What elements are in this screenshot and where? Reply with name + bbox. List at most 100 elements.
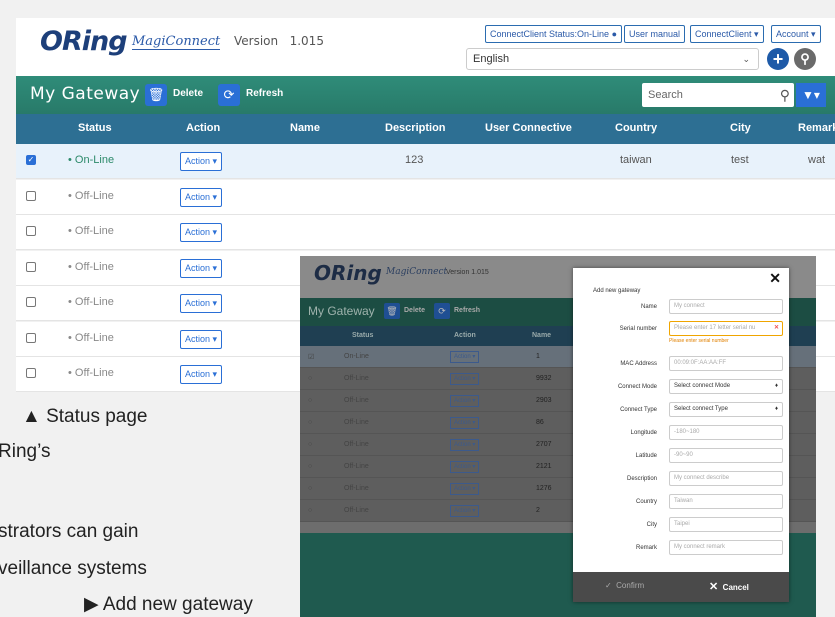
- account-menu[interactable]: Account ▾: [771, 25, 821, 43]
- dialog-footer: ✓ Confirm ✕ Cancel: [573, 572, 789, 602]
- page-title: My Gateway: [30, 84, 141, 104]
- row-status: • Off-Line: [68, 190, 114, 202]
- row-checkbox[interactable]: [26, 368, 36, 378]
- caption-text-line-3: veillance systems: [0, 558, 147, 579]
- add-gateway-screenshot: ORing MagiConnect Version 1.015 My Gatew…: [300, 256, 816, 617]
- cancel-button[interactable]: ✕ Cancel: [709, 580, 749, 593]
- language-select[interactable]: English ⌄: [466, 48, 759, 70]
- chevron-down-icon: ♦: [774, 406, 778, 412]
- chevron-down-icon: ⌄: [742, 54, 750, 64]
- table-row[interactable]: • Off-Line Action ▾: [16, 180, 835, 215]
- row-action-button[interactable]: Action ▾: [180, 223, 223, 242]
- column-header-user-connective: User Connective: [485, 122, 572, 134]
- serial-number-field[interactable]: Please enter 17 letter serial nu ✕: [669, 321, 783, 336]
- description-field[interactable]: My connect describe: [669, 471, 783, 486]
- inset-refresh-icon: ⟳: [434, 303, 450, 319]
- row-action-button[interactable]: Action ▾: [180, 330, 223, 349]
- inset-trash-icon: 🗑: [384, 303, 400, 319]
- trash-icon[interactable]: 🗑: [145, 84, 167, 106]
- connectclient-menu[interactable]: ConnectClient ▾: [690, 25, 764, 43]
- filter-icon[interactable]: ▼▾: [796, 83, 826, 107]
- remark-label: Remark: [635, 545, 657, 551]
- location-icon[interactable]: ⚲: [794, 48, 816, 70]
- country-field[interactable]: Taiwan: [669, 494, 783, 509]
- inset-page-title: My Gateway: [308, 304, 375, 318]
- column-header-action: Action: [186, 122, 221, 134]
- row-status: • Off-Line: [68, 296, 114, 308]
- row-status: • Off-Line: [68, 367, 114, 379]
- column-header-name: Name: [290, 122, 320, 134]
- confirm-button[interactable]: ✓ Confirm: [605, 581, 644, 590]
- row-action-button[interactable]: Action ▾: [180, 152, 223, 171]
- row-remark: wat: [808, 154, 826, 166]
- row-status: • Off-Line: [68, 225, 114, 237]
- row-status: • Off-Line: [68, 332, 114, 344]
- caption-text-line-1: Ring’s: [0, 441, 51, 462]
- table-row[interactable]: ✓ • On-Line Action ▾ 123 taiwan test wat: [16, 144, 835, 179]
- close-icon[interactable]: ✕: [769, 270, 781, 287]
- inset-magiconnect-logo: MagiConnect: [386, 267, 448, 277]
- row-action-button[interactable]: Action ▾: [180, 365, 223, 384]
- refresh-button[interactable]: Refresh: [246, 88, 283, 99]
- city-label: City: [646, 522, 657, 528]
- mac-address-field[interactable]: 00:09:0F:AA:AA:FF: [669, 356, 783, 371]
- add-gateway-dialog: ✕ Add new gateway Name My connect Serial…: [573, 268, 789, 602]
- search-icon[interactable]: ⚲: [780, 83, 790, 107]
- top-bar: ORing MagiConnect Version 1.015 ConnectC…: [16, 18, 835, 76]
- delete-button[interactable]: Delete: [173, 88, 203, 99]
- add-gateway-icon[interactable]: +: [767, 48, 789, 70]
- connect-mode-select[interactable]: Select connect Mode ♦: [669, 379, 783, 394]
- row-checkbox[interactable]: [26, 333, 36, 343]
- row-checkbox[interactable]: [26, 297, 36, 307]
- inset-column-name: Name: [532, 332, 552, 339]
- caption-add-gateway: ▶ Add new gateway: [84, 594, 253, 615]
- version-info: Version 1.015: [234, 34, 324, 48]
- search-placeholder: Search: [648, 89, 683, 101]
- magiconnect-logo: MagiConnect: [132, 34, 221, 50]
- serial-number-label: Serial number: [619, 326, 657, 332]
- column-header-city: City: [730, 122, 751, 134]
- user-manual-button[interactable]: User manual: [624, 25, 686, 43]
- serial-number-warning: Please enter serial number: [669, 338, 729, 344]
- column-header-remark: Remark: [798, 122, 835, 134]
- inset-oring-logo: ORing: [314, 261, 382, 285]
- search-input[interactable]: Search ⚲: [642, 83, 794, 107]
- city-field[interactable]: Taipei: [669, 517, 783, 532]
- table-header: Status Action Name Description User Conn…: [16, 114, 835, 144]
- description-label: Description: [626, 476, 657, 482]
- inset-column-action: Action: [454, 332, 476, 339]
- connect-type-select[interactable]: Select connect Type ♦: [669, 402, 783, 417]
- refresh-icon[interactable]: ⟳: [218, 84, 240, 106]
- column-header-status: Status: [78, 122, 112, 134]
- close-icon: ✕: [709, 581, 719, 593]
- remark-field[interactable]: My connect remark: [669, 540, 783, 555]
- latitude-label: Latitude: [635, 453, 657, 459]
- row-action-button[interactable]: Action ▾: [180, 188, 223, 207]
- name-label: Name: [640, 304, 657, 310]
- check-icon: ✓: [605, 581, 612, 590]
- row-checkbox[interactable]: [26, 191, 36, 201]
- version-number: 1.015: [289, 34, 324, 48]
- name-field[interactable]: My connect: [669, 299, 783, 314]
- inset-version: Version 1.015: [446, 269, 489, 276]
- page: ORing MagiConnect Version 1.015 ConnectC…: [0, 0, 835, 617]
- row-checkbox[interactable]: [26, 262, 36, 272]
- row-checkbox[interactable]: [26, 226, 36, 236]
- row-checkbox[interactable]: ✓: [26, 155, 36, 165]
- caption-status-page: ▲ Status page: [22, 406, 148, 427]
- row-city: test: [731, 154, 749, 166]
- row-country: taiwan: [620, 154, 652, 166]
- table-row[interactable]: • Off-Line Action ▾: [16, 215, 835, 250]
- longitude-label: Longitude: [630, 430, 657, 436]
- latitude-field[interactable]: -90~90: [669, 448, 783, 463]
- oring-logo: ORing: [40, 26, 128, 57]
- connect-type-label: Connect Type: [620, 407, 657, 413]
- row-action-button[interactable]: Action ▾: [180, 294, 223, 313]
- connectclient-status-button[interactable]: ConnectClient Status:On-Line ●: [485, 25, 623, 43]
- longitude-field[interactable]: -180~180: [669, 425, 783, 440]
- version-label: Version: [234, 34, 279, 48]
- row-action-button[interactable]: Action ▾: [180, 259, 223, 278]
- connect-type-value: Select connect Type: [674, 406, 728, 412]
- connect-mode-value: Select connect Mode: [674, 383, 731, 389]
- language-value: English: [473, 53, 510, 65]
